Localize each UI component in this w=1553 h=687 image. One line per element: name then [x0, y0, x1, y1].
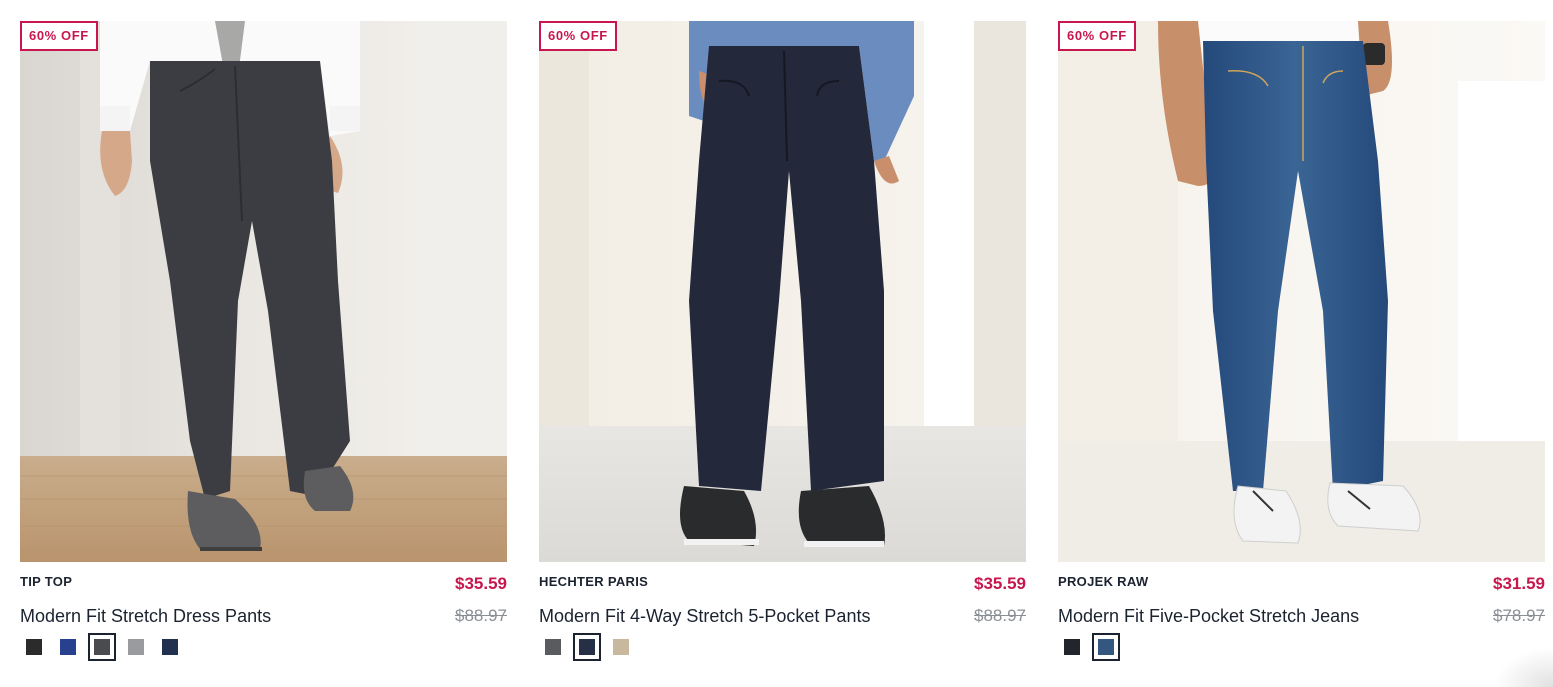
color-swatch[interactable] [156, 633, 184, 661]
color-swatch[interactable] [607, 633, 635, 661]
color-swatch[interactable] [539, 633, 567, 661]
swatch-color-chip [94, 639, 110, 655]
product-image[interactable]: 60% OFF [20, 21, 507, 562]
product-grid: 60% OFF TIP TOP $35.59 Modern Fit Stretc… [20, 21, 1545, 672]
swatch-color-chip [1098, 639, 1114, 655]
color-swatch[interactable] [122, 633, 150, 661]
product-image[interactable]: 60% OFF [1058, 21, 1545, 562]
corner-shadow [1493, 647, 1553, 687]
swatch-color-chip [60, 639, 76, 655]
product-name-link[interactable]: Modern Fit 4-Way Stretch 5-Pocket Pants [539, 606, 870, 627]
product-meta: PROJEK RAW $31.59 Modern Fit Five-Pocket… [1058, 562, 1545, 672]
swatch-color-chip [162, 639, 178, 655]
original-price: $88.97 [455, 606, 507, 625]
swatch-color-chip [1064, 639, 1080, 655]
brand-name: TIP TOP [20, 574, 73, 589]
brand-name: HECHTER PARIS [539, 574, 649, 589]
color-swatches [20, 633, 184, 661]
swatch-color-chip [579, 639, 595, 655]
original-price: $88.97 [974, 606, 1026, 625]
color-swatch[interactable] [88, 633, 116, 661]
color-swatch[interactable] [54, 633, 82, 661]
color-swatches [1058, 633, 1120, 661]
color-swatches [539, 633, 635, 661]
product-meta: TIP TOP $35.59 Modern Fit Stretch Dress … [20, 562, 507, 672]
color-swatch[interactable] [573, 633, 601, 661]
sale-price: $35.59 [974, 574, 1026, 593]
discount-badge: 60% OFF [539, 21, 617, 51]
swatch-color-chip [545, 639, 561, 655]
blue-stretch-jeans-photo [1058, 21, 1545, 562]
product-image[interactable]: 60% OFF [539, 21, 1026, 562]
brand-name: PROJEK RAW [1058, 574, 1149, 589]
discount-badge: 60% OFF [20, 21, 98, 51]
color-swatch[interactable] [1058, 633, 1086, 661]
product-card[interactable]: 60% OFF TIP TOP $35.59 Modern Fit Stretc… [20, 21, 507, 672]
product-name-link[interactable]: Modern Fit Five-Pocket Stretch Jeans [1058, 606, 1359, 627]
swatch-color-chip [128, 639, 144, 655]
original-price: $78.97 [1493, 606, 1545, 625]
color-swatch[interactable] [1092, 633, 1120, 661]
swatch-color-chip [613, 639, 629, 655]
color-swatch[interactable] [20, 633, 48, 661]
sale-price: $35.59 [455, 574, 507, 593]
product-name-link[interactable]: Modern Fit Stretch Dress Pants [20, 606, 271, 627]
product-card[interactable]: 60% OFF PROJEK RAW $31.59 Modern Fit Fiv… [1058, 21, 1545, 672]
charcoal-dress-pants-photo [20, 21, 507, 562]
swatch-color-chip [26, 639, 42, 655]
navy-5-pocket-pants-photo [539, 21, 1026, 562]
discount-badge: 60% OFF [1058, 21, 1136, 51]
product-meta: HECHTER PARIS $35.59 Modern Fit 4-Way St… [539, 562, 1026, 672]
product-card[interactable]: 60% OFF HECHTER PARIS $35.59 Modern Fit … [539, 21, 1026, 672]
sale-price: $31.59 [1493, 574, 1545, 593]
